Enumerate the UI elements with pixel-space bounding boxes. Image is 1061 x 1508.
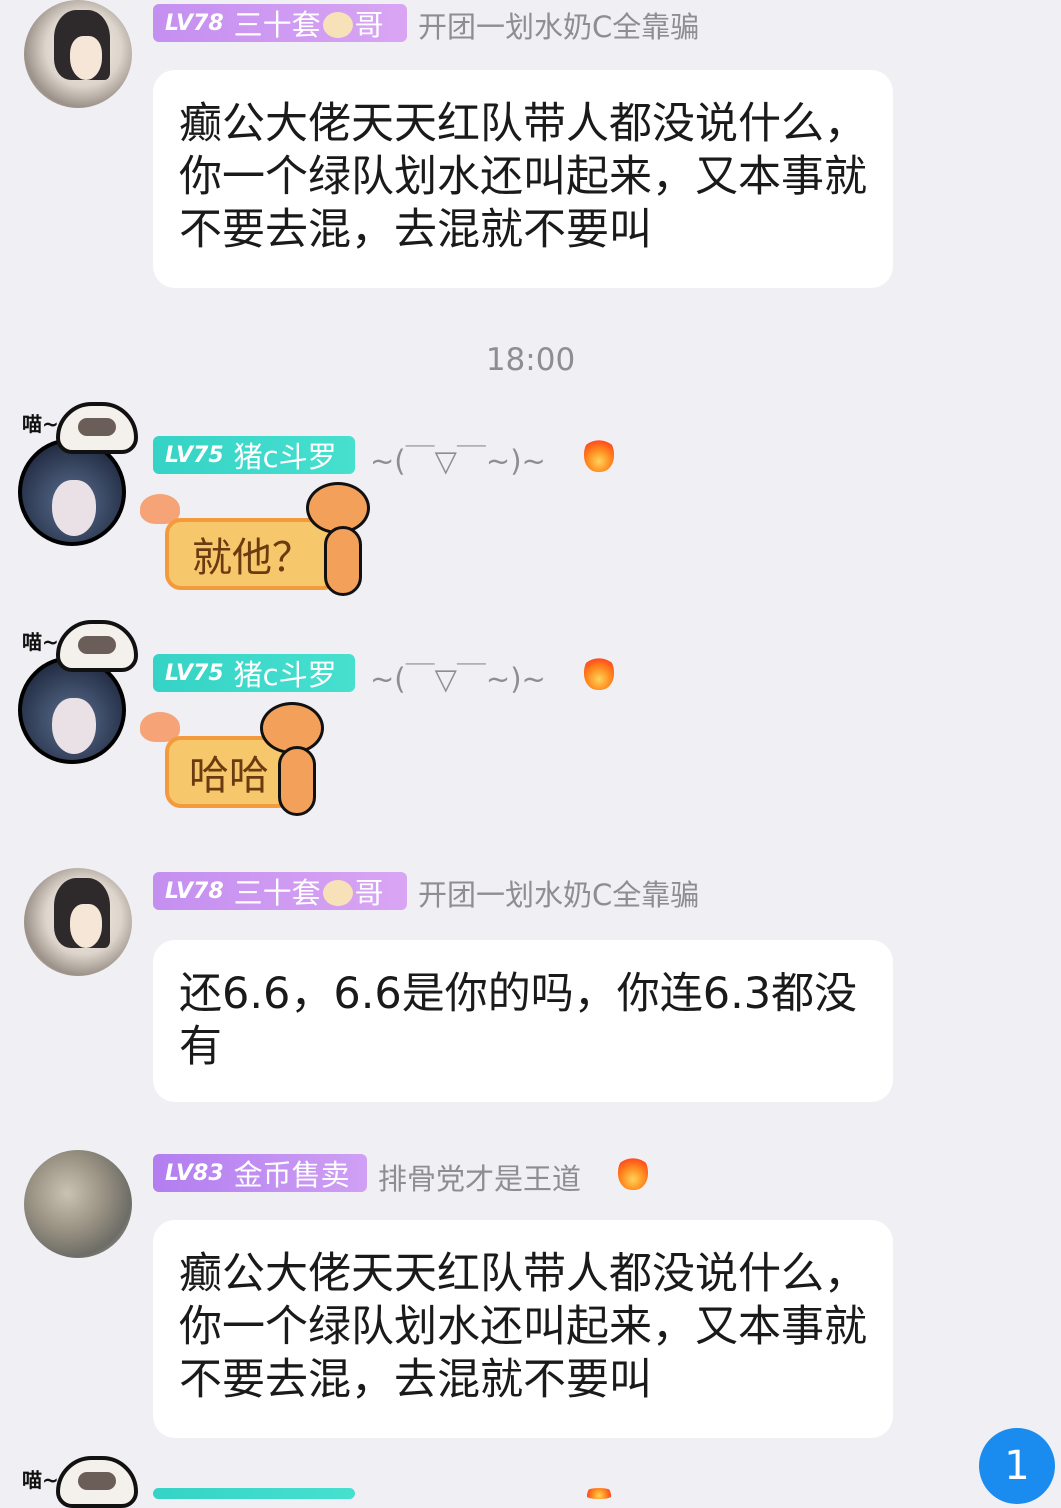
level-label: LV75 [165, 660, 224, 686]
avatar[interactable] [24, 1150, 132, 1258]
level-name-badge[interactable]: LV75 猪c斗罗 [153, 436, 355, 474]
level-label: LV83 [165, 1160, 224, 1186]
timestamp: 18:00 [485, 342, 576, 378]
level-name-badge[interactable]: LV83 金币售卖 [153, 1154, 367, 1192]
user-signature: ~(￣▽￣~)~ [370, 444, 546, 478]
level-label: LV75 [165, 442, 224, 468]
level-name-badge[interactable]: LV75 猪c斗罗 [153, 654, 355, 692]
message-bubble[interactable]: 癫公大佬天天红队带人都没说什么，你一个绿队划水还叫起来，又本事就不要去混，去混就… [153, 70, 893, 288]
level-label: LV78 [165, 878, 224, 904]
cat-hat-decoration [56, 620, 138, 672]
fox-sticker-icon [256, 702, 328, 822]
cow-emoji-icon [322, 880, 353, 906]
username: 猪c斗罗 [233, 440, 337, 474]
message-bubble[interactable]: 还6.6，6.6是你的吗，你连6.3都没有 [153, 940, 893, 1102]
username-suffix: 哥 [354, 876, 384, 910]
fox-sticker-icon [302, 482, 374, 602]
cow-emoji-icon [322, 12, 353, 38]
username: 三十套 [233, 8, 321, 42]
user-signature: ~(￣▽￣~)~ [370, 662, 546, 696]
cat-hat-decoration [56, 402, 138, 454]
level-name-badge[interactable]: LV78 三十套 哥 [153, 4, 407, 42]
username-suffix: 哥 [354, 8, 384, 42]
level-name-badge-partial[interactable] [153, 1488, 355, 1499]
user-signature: 开团一划水奶C全靠骗 [418, 10, 700, 44]
unread-count-badge[interactable]: 1 [979, 1428, 1055, 1504]
username: 金币售卖 [233, 1158, 350, 1192]
level-name-badge[interactable]: LV78 三十套 哥 [153, 872, 407, 910]
avatar[interactable] [18, 656, 126, 764]
meow-label: 喵~ [22, 412, 59, 436]
avatar[interactable] [24, 868, 132, 976]
meow-label: 喵~ [22, 630, 59, 654]
username: 三十套 [233, 876, 321, 910]
cat-hat-decoration [56, 1456, 138, 1508]
fire-icon [584, 1488, 614, 1499]
level-label: LV78 [165, 10, 224, 36]
avatar[interactable] [24, 0, 132, 108]
user-signature: 开团一划水奶C全靠骗 [418, 878, 700, 912]
avatar[interactable] [18, 438, 126, 546]
fire-icon [584, 654, 614, 690]
fire-icon [618, 1154, 648, 1190]
username: 猪c斗罗 [233, 658, 337, 692]
message-bubble[interactable]: 癫公大佬天天红队带人都没说什么，你一个绿队划水还叫起来，又本事就不要去混，去混就… [153, 1220, 893, 1438]
meow-label: 喵~ [22, 1468, 59, 1492]
fire-icon [584, 436, 614, 472]
user-signature: 排骨党才是王道 [378, 1162, 582, 1196]
